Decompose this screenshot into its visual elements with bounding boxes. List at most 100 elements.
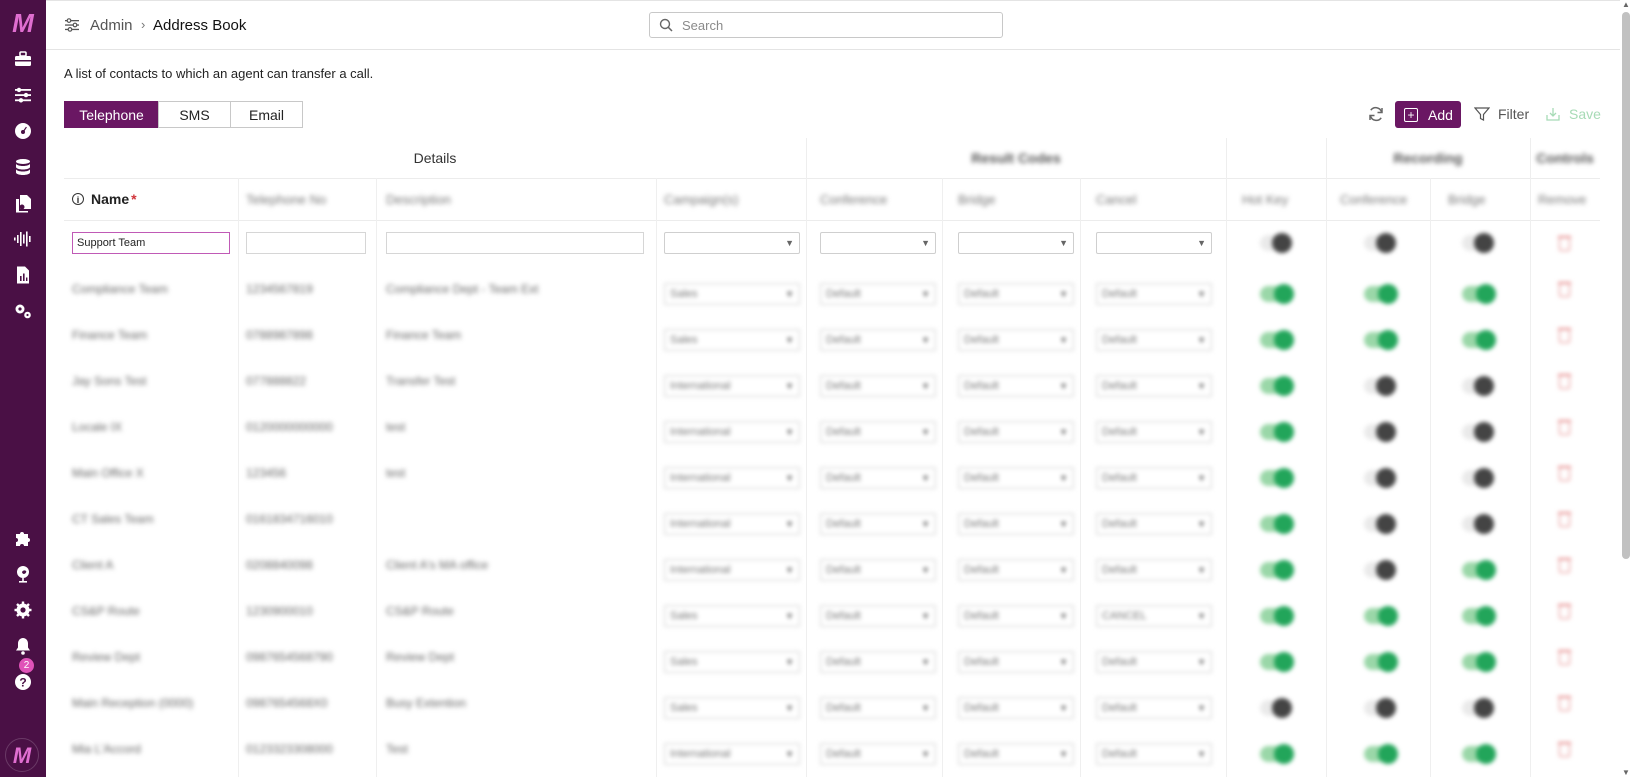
conference-select[interactable]: ▼ bbox=[820, 232, 936, 254]
hot-key-toggle[interactable] bbox=[1260, 422, 1294, 442]
cogs-icon[interactable] bbox=[9, 298, 37, 324]
add-button[interactable]: + Add bbox=[1395, 101, 1461, 128]
refresh-icon[interactable] bbox=[1366, 104, 1386, 124]
trash-icon[interactable] bbox=[1558, 603, 1571, 619]
campaign-select[interactable]: Sales ▼ bbox=[664, 283, 800, 305]
cancel-select[interactable]: Default ▼ bbox=[1096, 697, 1212, 719]
campaign-select[interactable]: Sales ▼ bbox=[664, 605, 800, 627]
rec-bridge-toggle[interactable] bbox=[1462, 560, 1496, 580]
campaign-select[interactable]: International ▼ bbox=[664, 743, 800, 765]
scroll-down-arrow[interactable]: ▼ bbox=[1622, 768, 1630, 777]
cancel-select[interactable]: Default ▼ bbox=[1096, 743, 1212, 765]
rec-conference-toggle[interactable] bbox=[1364, 744, 1398, 764]
rec-conference-toggle[interactable] bbox=[1364, 233, 1396, 253]
settings-sliders-icon[interactable] bbox=[64, 17, 80, 33]
hot-key-toggle[interactable] bbox=[1260, 698, 1292, 718]
trash-icon[interactable] bbox=[1558, 281, 1571, 297]
column-header-hot-key[interactable]: Hot Key bbox=[1242, 178, 1322, 220]
campaign-select[interactable]: Sales ▼ bbox=[664, 329, 800, 351]
campaign-select[interactable]: International ▼ bbox=[664, 559, 800, 581]
rec-conference-toggle[interactable] bbox=[1364, 514, 1396, 534]
conference-select[interactable]: Default ▼ bbox=[820, 513, 936, 535]
rec-conference-toggle[interactable] bbox=[1364, 376, 1396, 396]
hot-key-toggle[interactable] bbox=[1260, 744, 1294, 764]
telephone-input[interactable] bbox=[246, 232, 366, 254]
cancel-select[interactable]: Default ▼ bbox=[1096, 513, 1212, 535]
audio-waveform-icon[interactable] bbox=[9, 226, 37, 252]
user-avatar-logo[interactable]: M bbox=[5, 738, 39, 772]
trash-icon[interactable] bbox=[1558, 695, 1571, 711]
bridge-select[interactable]: Default ▼ bbox=[958, 697, 1074, 719]
trash-icon[interactable] bbox=[1558, 419, 1571, 435]
trash-icon[interactable] bbox=[1558, 557, 1571, 573]
conference-select[interactable]: Default ▼ bbox=[820, 375, 936, 397]
rec-conference-toggle[interactable] bbox=[1364, 606, 1398, 626]
cancel-select[interactable]: Default ▼ bbox=[1096, 329, 1212, 351]
app-logo[interactable]: M bbox=[8, 8, 38, 38]
tab-sms[interactable]: SMS bbox=[158, 101, 231, 128]
bridge-select[interactable]: Default ▼ bbox=[958, 283, 1074, 305]
trash-icon[interactable] bbox=[1558, 511, 1571, 527]
column-header-name[interactable]: i Name * bbox=[72, 178, 232, 220]
bell-icon[interactable] bbox=[9, 633, 37, 659]
column-header-description[interactable]: Description bbox=[386, 178, 586, 220]
hot-key-toggle[interactable] bbox=[1260, 606, 1294, 626]
cancel-select[interactable]: CANCEL ▼ bbox=[1096, 605, 1212, 627]
save-button[interactable]: Save bbox=[1545, 106, 1601, 122]
bridge-select[interactable]: Default ▼ bbox=[958, 467, 1074, 489]
vertical-scrollbar[interactable] bbox=[1622, 12, 1630, 559]
trash-icon[interactable] bbox=[1558, 373, 1571, 389]
campaign-select[interactable]: ▼ bbox=[664, 232, 800, 254]
conference-select[interactable]: Default ▼ bbox=[820, 605, 936, 627]
cancel-select[interactable]: ▼ bbox=[1096, 232, 1212, 254]
description-input[interactable] bbox=[386, 232, 644, 254]
puzzle-icon[interactable] bbox=[9, 525, 37, 551]
cancel-select[interactable]: Default ▼ bbox=[1096, 651, 1212, 673]
report-icon[interactable] bbox=[9, 262, 37, 288]
rec-bridge-toggle[interactable] bbox=[1462, 233, 1494, 253]
hot-key-toggle[interactable] bbox=[1260, 514, 1294, 534]
trash-icon[interactable] bbox=[1558, 741, 1571, 757]
filter-button[interactable]: Filter bbox=[1474, 106, 1529, 122]
rec-bridge-toggle[interactable] bbox=[1462, 284, 1496, 304]
campaign-select[interactable]: International ▼ bbox=[664, 421, 800, 443]
conference-select[interactable]: Default ▼ bbox=[820, 697, 936, 719]
hot-key-toggle[interactable] bbox=[1260, 233, 1292, 253]
hot-key-toggle[interactable] bbox=[1260, 468, 1294, 488]
bridge-select[interactable]: Default ▼ bbox=[958, 651, 1074, 673]
bridge-select[interactable]: Default ▼ bbox=[958, 743, 1074, 765]
column-header-cancel[interactable]: Cancel bbox=[1096, 178, 1216, 220]
rec-bridge-toggle[interactable] bbox=[1462, 514, 1494, 534]
conference-select[interactable]: Default ▼ bbox=[820, 421, 936, 443]
rec-conference-toggle[interactable] bbox=[1364, 330, 1398, 350]
trash-icon[interactable] bbox=[1558, 465, 1571, 481]
sliders-icon[interactable] bbox=[9, 82, 37, 108]
campaign-select[interactable]: International ▼ bbox=[664, 375, 800, 397]
rec-bridge-toggle[interactable] bbox=[1462, 376, 1494, 396]
conference-select[interactable]: Default ▼ bbox=[820, 329, 936, 351]
conference-select[interactable]: Default ▼ bbox=[820, 283, 936, 305]
campaign-select[interactable]: Sales ▼ bbox=[664, 651, 800, 673]
tab-email[interactable]: Email bbox=[230, 101, 303, 128]
trash-icon[interactable] bbox=[1558, 649, 1571, 665]
hot-key-toggle[interactable] bbox=[1260, 284, 1294, 304]
conference-select[interactable]: Default ▼ bbox=[820, 559, 936, 581]
cancel-select[interactable]: Default ▼ bbox=[1096, 467, 1212, 489]
scroll-up-arrow[interactable]: ▲ bbox=[1622, 0, 1630, 9]
bridge-select[interactable]: Default ▼ bbox=[958, 375, 1074, 397]
help-icon[interactable]: ? bbox=[9, 669, 37, 695]
bridge-select[interactable]: Default ▼ bbox=[958, 421, 1074, 443]
column-header-bridge[interactable]: Bridge bbox=[958, 178, 1078, 220]
hot-key-toggle[interactable] bbox=[1260, 652, 1294, 672]
toolbox-icon[interactable] bbox=[9, 46, 37, 72]
column-header-campaigns[interactable]: Campaign(s) bbox=[664, 178, 804, 220]
rec-conference-toggle[interactable] bbox=[1364, 698, 1396, 718]
rec-bridge-toggle[interactable] bbox=[1462, 698, 1494, 718]
cancel-select[interactable]: Default ▼ bbox=[1096, 375, 1212, 397]
cancel-select[interactable]: Default ▼ bbox=[1096, 421, 1212, 443]
rec-bridge-toggle[interactable] bbox=[1462, 744, 1496, 764]
bridge-select[interactable]: Default ▼ bbox=[958, 605, 1074, 627]
globe-icon[interactable] bbox=[9, 561, 37, 587]
breadcrumb-admin[interactable]: Admin bbox=[90, 17, 133, 34]
search-input[interactable]: Search bbox=[649, 12, 1003, 38]
